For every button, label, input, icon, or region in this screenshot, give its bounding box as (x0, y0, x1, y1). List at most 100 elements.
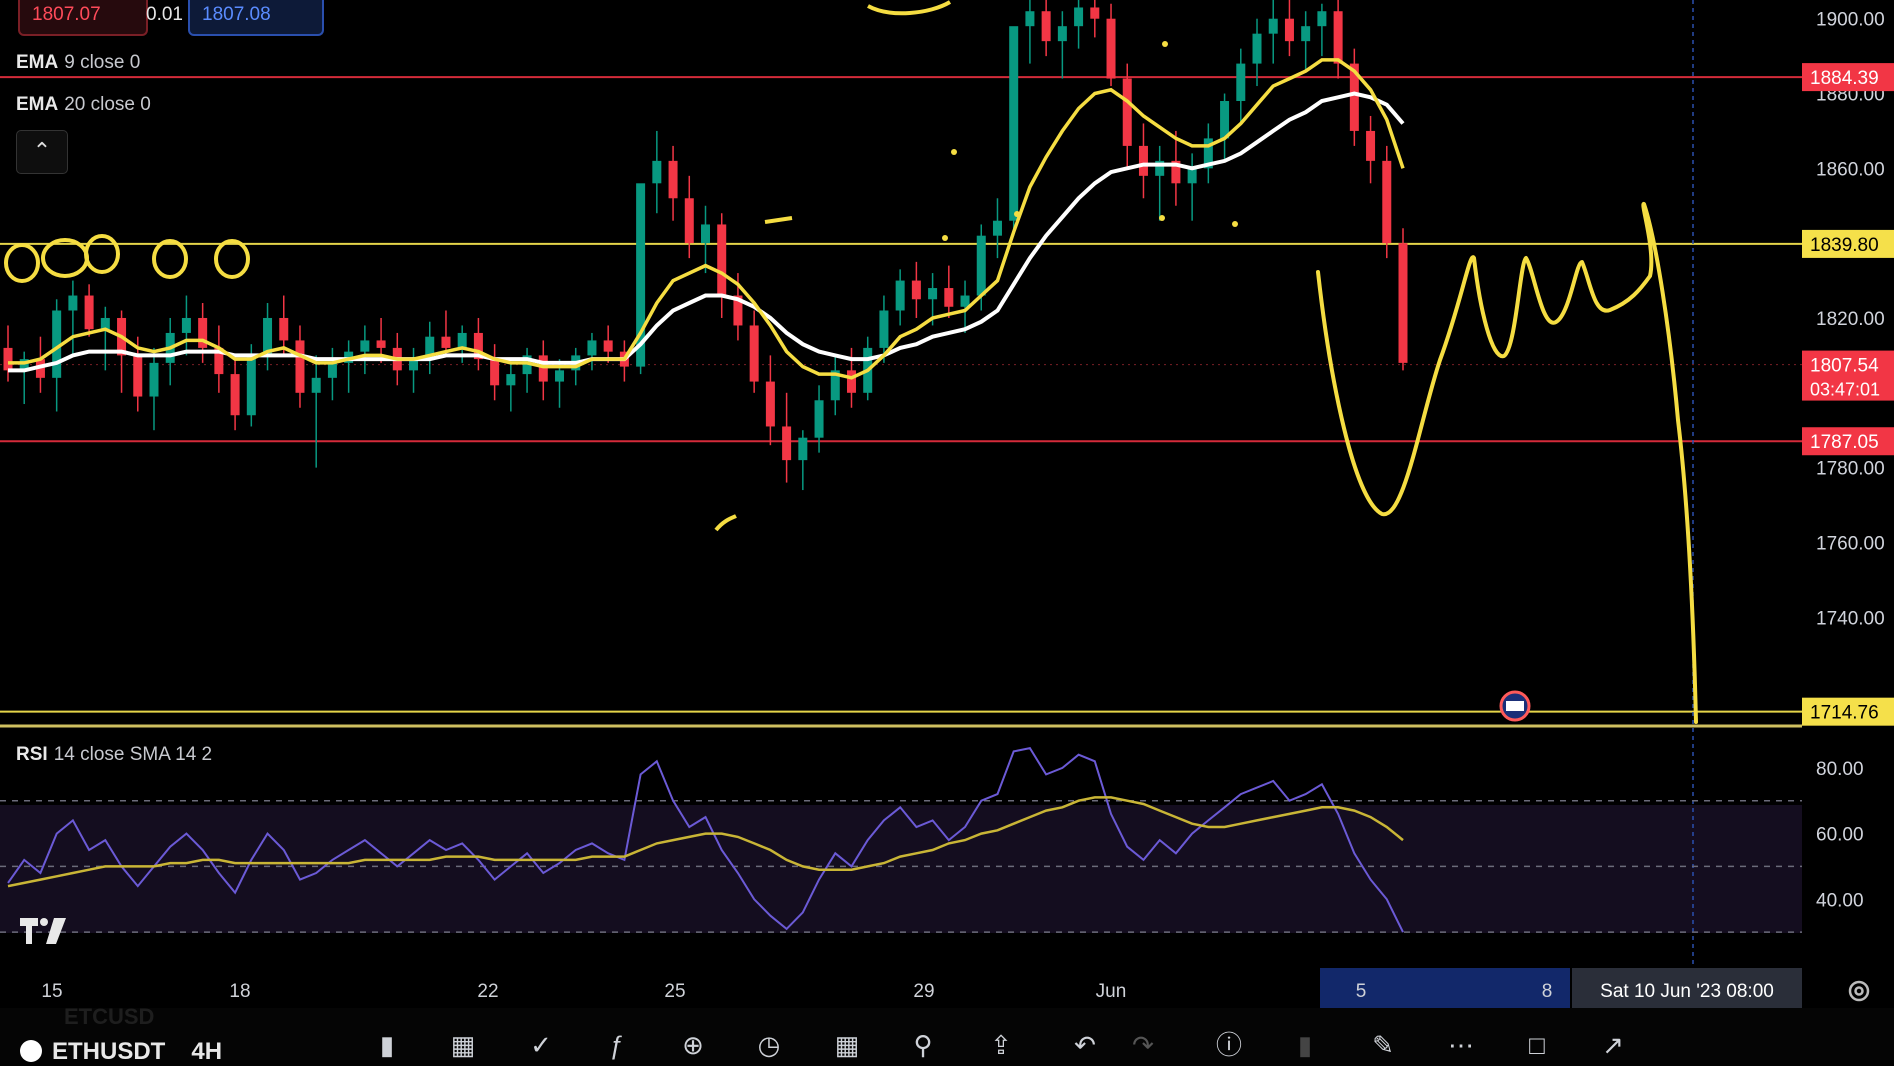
candle-body[interactable] (1366, 130, 1376, 161)
candle-body[interactable] (149, 362, 159, 397)
price-tag[interactable]: 1884.39 (1810, 68, 1879, 89)
price-axis[interactable]: 1900.001880.001860.001820.001780.001760.… (1816, 10, 1885, 630)
redo-icon[interactable]: ↷ (1126, 1030, 1160, 1060)
candle-body[interactable] (1122, 78, 1132, 146)
candle-body[interactable] (879, 310, 889, 348)
candle-body[interactable] (1106, 18, 1116, 79)
timeframe-selector[interactable]: 4H (191, 1038, 222, 1065)
drawing-forecast-path[interactable] (1316, 201, 1698, 724)
candle-body[interactable] (895, 280, 905, 311)
share-icon[interactable]: ⇪ (984, 1030, 1018, 1060)
chart-canvas[interactable]: 1900.00 18 80.00 1860.00 1820.00 1780.00 1760.… (0, 0, 1894, 1060)
drawing-circle[interactable] (214, 239, 250, 279)
candle-body[interactable] (1268, 18, 1278, 34)
price-tag[interactable]: 1714.76 (1810, 703, 1879, 724)
drawing-tool-icon[interactable]: ✓ (524, 1030, 558, 1060)
indicators-fx-icon[interactable]: ƒ (600, 1030, 634, 1060)
candle-body[interactable] (668, 160, 678, 199)
bar-chart-icon[interactable]: ▮ (1288, 1030, 1322, 1060)
drawing-stroke[interactable] (867, 0, 952, 16)
candle-body[interactable] (814, 400, 824, 438)
candle-body[interactable] (457, 332, 467, 348)
drawing-circle[interactable] (4, 243, 40, 283)
candle-body[interactable] (1025, 11, 1035, 27)
candle-body[interactable] (1057, 26, 1067, 42)
info-icon[interactable]: ⓘ (1212, 1030, 1246, 1060)
window-icon[interactable]: □ (1520, 1030, 1554, 1060)
candle-body[interactable] (246, 355, 256, 416)
candle-body[interactable] (684, 198, 694, 244)
candle-body[interactable] (441, 336, 451, 348)
more-options-icon[interactable]: ⋯ (1444, 1030, 1478, 1060)
candle-body[interactable] (1187, 168, 1197, 184)
candle-body[interactable] (84, 295, 94, 330)
candle-body[interactable] (1009, 26, 1019, 221)
candle-body[interactable] (506, 374, 516, 386)
candle-body[interactable] (846, 370, 856, 393)
candle-body[interactable] (1284, 18, 1294, 42)
candle-body[interactable] (1252, 33, 1262, 64)
candle-body[interactable] (279, 317, 289, 341)
candle-body[interactable] (976, 235, 986, 296)
candle-body[interactable] (798, 437, 808, 461)
candle-body[interactable] (1301, 26, 1311, 42)
candle-style-icon[interactable]: ▮ (370, 1030, 404, 1060)
candle-body[interactable] (603, 340, 613, 352)
candle-body[interactable] (717, 224, 727, 296)
ema20-legend[interactable]: EMA 20 close 0 (16, 94, 151, 116)
search-icon[interactable]: ⚲ (906, 1030, 940, 1060)
alert-clock-icon[interactable]: ◷ (752, 1030, 786, 1060)
calendar-icon[interactable]: ▦ (446, 1030, 480, 1060)
candle-body[interactable] (133, 355, 143, 397)
candle-body[interactable] (749, 325, 759, 382)
candle-body[interactable] (1041, 11, 1051, 42)
candle-body[interactable] (181, 317, 191, 333)
candle-body[interactable] (1220, 101, 1230, 139)
candle-body[interactable] (311, 377, 321, 393)
candle-body[interactable] (3, 347, 13, 371)
candle-body[interactable] (960, 295, 970, 307)
drawing-circle[interactable] (152, 239, 188, 279)
candle-body[interactable] (327, 362, 337, 378)
buy-price-button[interactable]: 1807.08 (188, 0, 324, 36)
chart-area[interactable]: 1900.00 18 80.00 1860.00 1820.00 1780.00 1760.… (0, 0, 1894, 1060)
sell-price-button[interactable]: 1807.07 (18, 0, 148, 36)
candle-body[interactable] (944, 288, 954, 307)
candle-body[interactable] (1317, 11, 1327, 27)
candle-body[interactable] (911, 280, 921, 300)
price-tag[interactable]: 1839.80 (1810, 235, 1879, 256)
candle-body[interactable] (701, 224, 710, 244)
pencil-icon[interactable]: ✎ (1366, 1030, 1400, 1060)
price-tag[interactable]: 1787.05 (1810, 432, 1879, 453)
candle-body[interactable] (587, 340, 597, 356)
price-tag[interactable]: 1807.54 (1810, 356, 1879, 377)
rsi-legend[interactable]: RSI 14 close SMA 14 2 (16, 744, 212, 766)
drawing-circle[interactable] (41, 238, 89, 278)
add-icon[interactable]: ⊕ (676, 1030, 710, 1060)
undo-icon[interactable]: ↶ (1068, 1030, 1102, 1060)
candle-body[interactable] (490, 359, 500, 386)
candle-body[interactable] (1138, 145, 1148, 176)
candle-body[interactable] (295, 340, 305, 393)
drawing-stroke[interactable] (714, 514, 737, 532)
candle-body[interactable] (782, 426, 792, 461)
drawing-stroke[interactable] (764, 216, 793, 224)
candle-body[interactable] (1074, 7, 1084, 27)
candle-body[interactable] (1398, 243, 1408, 363)
candle-body[interactable] (376, 340, 386, 348)
fullscreen-icon[interactable]: ↗ (1596, 1030, 1630, 1060)
ema9-legend[interactable]: EMA 9 close 0 (16, 52, 140, 74)
candle-body[interactable] (538, 355, 548, 382)
layout-grid-icon[interactable]: ▦ (830, 1030, 864, 1060)
candle-body[interactable] (928, 288, 938, 300)
candle-body[interactable] (1382, 160, 1392, 244)
symbol-selector[interactable]: ETHUSDT 4H (20, 1038, 222, 1066)
candle-body[interactable] (1236, 63, 1246, 102)
candle-body[interactable] (765, 381, 775, 427)
candle-body[interactable] (555, 370, 565, 382)
settings-gear-icon[interactable] (1844, 976, 1874, 1006)
collapse-legend-button[interactable]: ⌃ (16, 130, 68, 174)
candle-body[interactable] (1090, 7, 1100, 19)
candle-body[interactable] (1333, 11, 1343, 64)
candle-body[interactable] (360, 340, 370, 352)
